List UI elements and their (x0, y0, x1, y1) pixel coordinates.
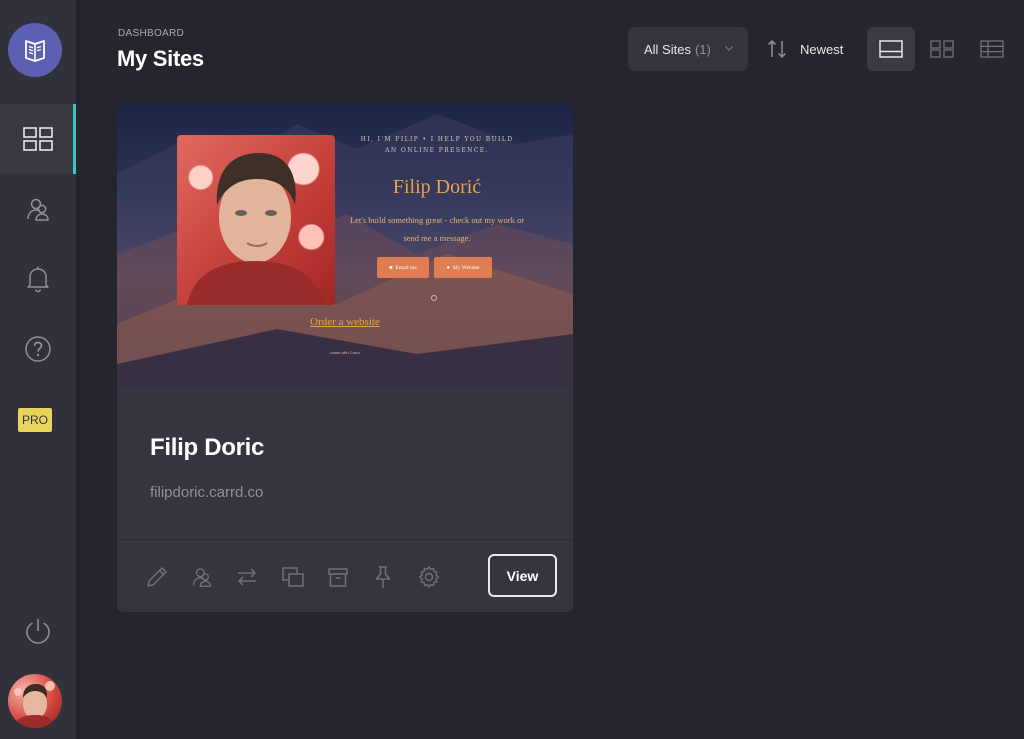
access-button[interactable] (189, 564, 215, 590)
chevron-down-icon (725, 46, 733, 51)
preview-heading: Filip Dorić (392, 176, 482, 198)
site-url[interactable]: filipdoric.carrd.co (150, 484, 263, 501)
view-small-cards-button[interactable] (918, 27, 966, 71)
sort-button[interactable]: Newest (766, 34, 843, 64)
sidebar-item-sites[interactable] (0, 104, 76, 174)
preview-button-2-label: My Website (452, 264, 480, 271)
sidebar-item-account[interactable] (0, 174, 76, 244)
site-filter-dropdown[interactable]: All Sites (1) (628, 27, 748, 71)
preview-description: Let's build something great - check out … (349, 215, 525, 243)
preview-photo (177, 135, 335, 305)
filter-label: All Sites (644, 41, 691, 57)
archive-icon (328, 568, 348, 587)
carrd-logo-icon (25, 40, 45, 62)
preview-order-link: Order a website (310, 316, 380, 328)
layout-grid-icon (930, 40, 954, 58)
pin-button[interactable] (370, 564, 396, 590)
portrait-image (187, 153, 325, 305)
help-circle-icon (25, 336, 51, 362)
mail-icon: ■ (389, 264, 393, 271)
pencil-icon (147, 567, 167, 587)
copy-icon (282, 567, 304, 587)
carrd-logo[interactable] (8, 23, 62, 77)
site-actions: View (117, 540, 573, 612)
sort-icon (767, 39, 787, 59)
view-site-button[interactable]: View (488, 554, 557, 597)
transfer-icon (237, 568, 257, 586)
page-title: My Sites (117, 46, 204, 71)
gear-icon (418, 566, 440, 588)
preview-button-1-label: Email me (395, 264, 417, 271)
preview-website-button: ● My Website (434, 257, 492, 278)
preview-email-button: ■ Email me (377, 257, 429, 278)
view-large-cards-button[interactable] (867, 27, 915, 71)
power-icon (26, 619, 50, 644)
breadcrumb: DASHBOARD (118, 28, 185, 39)
site-preview[interactable]: HI, I'M FILIP • I HELP YOU BUILD AN ONLI… (117, 104, 573, 388)
pin-icon (375, 566, 391, 588)
pro-badge[interactable]: PRO (18, 408, 52, 432)
duplicate-button[interactable] (280, 564, 306, 590)
settings-button[interactable] (416, 564, 442, 590)
site-card: HI, I'M FILIP • I HELP YOU BUILD AN ONLI… (117, 104, 573, 612)
layout-list-icon (980, 40, 1004, 58)
sidebar-item-notifications[interactable] (0, 244, 76, 314)
avatar-image (14, 681, 56, 728)
transfer-button[interactable] (234, 564, 260, 590)
globe-icon: ● (446, 264, 450, 271)
filter-count: (1) (694, 41, 711, 57)
preview-tagline: HI, I'M FILIP • I HELP YOU BUILD AN ONLI… (360, 136, 514, 154)
site-name[interactable]: Filip Doric (150, 434, 264, 462)
users-icon (192, 568, 212, 587)
archive-button[interactable] (325, 564, 351, 590)
view-list-button[interactable] (968, 27, 1016, 71)
grid-icon (23, 127, 53, 151)
sidebar-item-help[interactable] (0, 314, 76, 384)
layout-large-icon (879, 40, 903, 58)
users-icon (27, 198, 49, 221)
sidebar: PRO (0, 0, 76, 739)
preview-divider-dot (431, 295, 437, 301)
logout-button[interactable] (0, 596, 76, 666)
sort-label: Newest (800, 41, 844, 57)
avatar[interactable] (8, 674, 62, 728)
preview-footer: made with Carrd (330, 350, 360, 355)
bell-icon (27, 266, 49, 293)
edit-button[interactable] (144, 564, 170, 590)
